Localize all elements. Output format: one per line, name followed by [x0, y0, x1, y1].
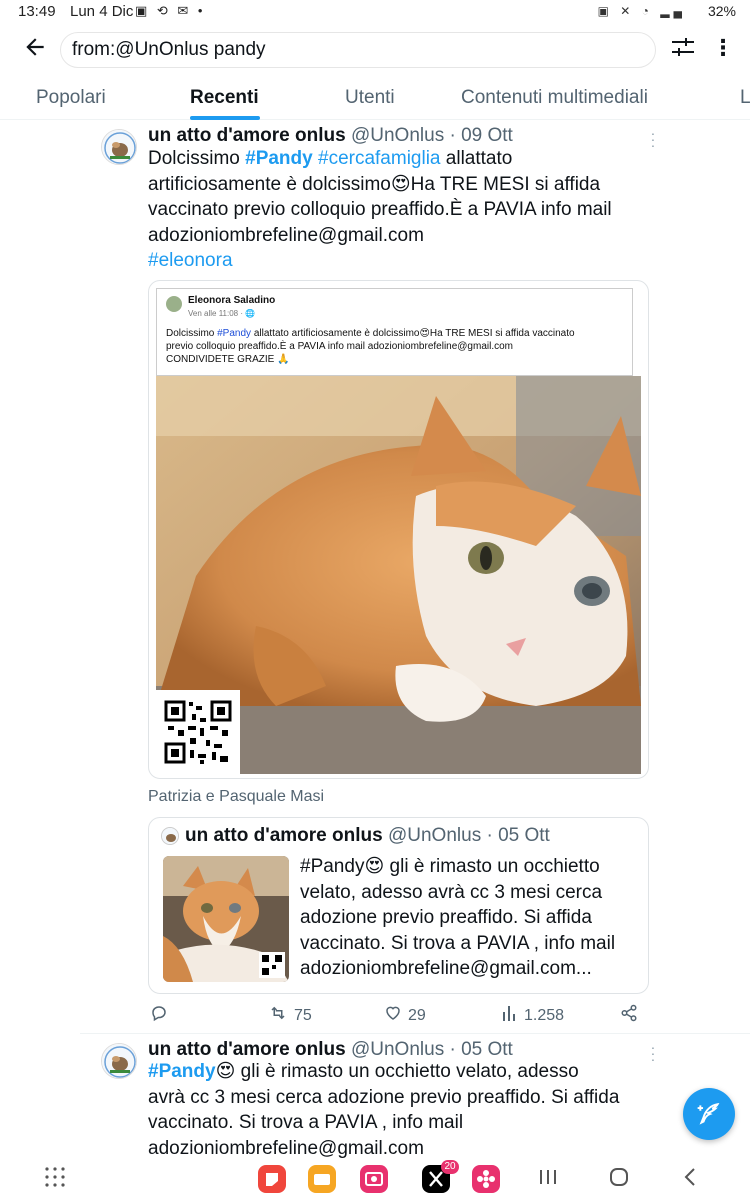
hashtag-link[interactable]: #Pandy — [245, 148, 313, 169]
tweet-text-part: Dolcissimo — [148, 148, 246, 169]
overflow-menu-icon[interactable]: ⋮ — [712, 36, 734, 62]
status-bar: 13:49 Lun 4 Dic ▣ ⟲ ✉ • ▣ ✕ ◔ ▂▄ 32% — [0, 0, 750, 26]
search-tabs: Popolari Recenti Utenti Contenuti multim… — [0, 78, 750, 120]
status-time: 13:49 — [18, 3, 56, 20]
notes-app-icon[interactable] — [257, 1164, 287, 1194]
search-field[interactable] — [60, 32, 656, 68]
compose-tweet-button[interactable] — [683, 1088, 735, 1140]
author-handle[interactable]: @UnOnlus — [351, 1039, 444, 1060]
hashtag-link[interactable]: #cercafamiglia — [318, 148, 441, 169]
back-nav-icon[interactable] — [678, 1164, 708, 1194]
like-button[interactable]: 29 — [384, 1004, 426, 1027]
retweet-count: 75 — [294, 1006, 312, 1024]
reply-icon — [150, 1004, 168, 1027]
avatar[interactable] — [101, 129, 137, 165]
fb-hashtag: #Pandy — [217, 328, 252, 339]
flower-app-icon[interactable] — [471, 1164, 501, 1194]
battery-level: 32% — [707, 3, 736, 19]
tweet-header: un atto d'amore onlus @UnOnlus · 09 Ott — [148, 125, 513, 147]
tweet-text-line: vaccinato. Si trova a PAVIA , info mail — [148, 1112, 464, 1133]
quote-text: #Pandy😍 gli è rimasto un occhietto velat… — [300, 854, 640, 982]
qr-code — [156, 690, 240, 774]
tweet-text-line: avrà cc 3 mesi cerca adozione previo pre… — [148, 1086, 620, 1108]
notification-badge: 20 — [441, 1160, 459, 1174]
reply-button[interactable] — [150, 1004, 168, 1027]
quote-author-name: un atto d'amore onlus — [185, 825, 383, 846]
author-name[interactable]: un atto d'amore onlus — [148, 125, 346, 146]
tab-recenti[interactable]: Recenti — [190, 87, 259, 109]
recent-apps-icon[interactable] — [535, 1164, 565, 1194]
tweet-text-part: 😍 gli è rimasto un occhietto velato, ade… — [215, 1061, 579, 1082]
share-button[interactable] — [620, 1004, 638, 1027]
tweet-divider — [80, 1033, 750, 1034]
quote-author-handle: @UnOnlus — [387, 825, 482, 846]
quote-text-line: adozione previo preaffido. Si affida — [300, 907, 592, 928]
share-icon — [620, 1004, 638, 1027]
tab-utenti[interactable]: Utenti — [345, 87, 395, 109]
tweet-actions: 75 29 1.258 — [148, 1002, 649, 1028]
android-navigation-bar: 20 — [0, 1158, 750, 1200]
quote-text-line: velato, adesso avrà cc 3 mesi cerca — [300, 881, 603, 903]
feather-plus-icon — [696, 1101, 722, 1132]
quoted-tweet[interactable]: un atto d'amore onlus @UnOnlus · 05 Ott … — [148, 817, 649, 994]
author-name[interactable]: un atto d'amore onlus — [148, 1039, 346, 1060]
tagged-people[interactable]: Patrizia e Pasquale Masi — [148, 788, 324, 806]
tweet-media-image[interactable]: Eleonora Saladino Ven alle 11:08 · 🌐 Dol… — [148, 280, 649, 779]
fb-time: Ven alle 11:08 · 🌐 — [188, 309, 256, 318]
views-chart-icon — [502, 1004, 518, 1027]
author-handle[interactable]: @UnOnlus — [351, 125, 444, 146]
avatar[interactable] — [101, 1043, 137, 1079]
filter-sliders-icon[interactable] — [672, 36, 694, 60]
status-date: Lun 4 Dic — [70, 3, 134, 20]
fb-text-part: Dolcissimo — [166, 328, 218, 339]
hashtag-link[interactable]: #eleonora — [148, 250, 233, 271]
tweet-header: un atto d'amore onlus @UnOnlus · 05 Ott — [148, 1039, 513, 1061]
back-arrow-icon[interactable] — [22, 34, 52, 64]
fb-text-line: CONDIVIDETE GRAZIE 🙏 — [166, 354, 290, 365]
active-tab-indicator — [190, 116, 260, 120]
views-button[interactable]: 1.258 — [502, 1004, 564, 1027]
tweet-text-line: artificiosamente è dolcissimo😍Ha TRE MES… — [148, 173, 601, 195]
fb-text-line: previo colloquio preaffido.È a PAVIA inf… — [166, 341, 514, 352]
tweet-text: #Pandy😍 gli è rimasto un occhietto velat… — [148, 1059, 668, 1161]
tab-contenuti-multimediali[interactable]: Contenuti multimediali — [461, 87, 648, 109]
camera-app-icon[interactable] — [359, 1164, 389, 1194]
tweet-text: Dolcissimo #Pandy #cercafamiglia allatta… — [148, 146, 668, 274]
views-count: 1.258 — [524, 1006, 565, 1024]
home-icon[interactable] — [606, 1164, 636, 1194]
retweet-button[interactable]: 75 — [268, 1004, 312, 1027]
tab-popolari[interactable]: Popolari — [36, 87, 106, 109]
quote-date: · 05 Ott — [486, 825, 550, 846]
tab-liste[interactable]: L — [740, 87, 750, 109]
embedded-post-screenshot: Eleonora Saladino Ven alle 11:08 · 🌐 Dol… — [156, 288, 633, 376]
quote-text-line: #Pandy😍 gli è rimasto un occhietto — [300, 856, 600, 877]
heart-icon — [384, 1004, 402, 1027]
quote-avatar — [161, 827, 179, 845]
tweet-date[interactable]: · 09 Ott — [449, 125, 512, 146]
quote-thumbnail — [163, 856, 289, 982]
quote-header: un atto d'amore onlus @UnOnlus · 05 Ott — [185, 825, 550, 847]
retweet-icon — [268, 1004, 288, 1027]
fb-text-part: allattato artificiosamente è dolcissimo😍… — [251, 328, 575, 339]
folder-app-icon[interactable] — [307, 1164, 337, 1194]
search-input[interactable] — [72, 39, 632, 61]
quote-text-line: vaccinato. Si trova a PAVIA , info mail — [300, 932, 616, 954]
app-drawer-icon[interactable] — [42, 1164, 72, 1194]
quote-text-line: adozioniombrefeline@gmail.com... — [300, 958, 592, 979]
hashtag-link[interactable]: #Pandy — [148, 1061, 216, 1082]
fb-text: Dolcissimo #Pandy allattato artificiosam… — [166, 327, 626, 366]
tweet-text-part: allattato — [440, 148, 513, 169]
system-status-icons: ▣ ✕ ◔ ▂▄ — [597, 4, 686, 18]
fb-avatar — [166, 296, 182, 312]
tweet-date[interactable]: · 05 Ott — [449, 1039, 512, 1060]
like-count: 29 — [408, 1006, 426, 1024]
tweet-text-line: vaccinato previo colloquio preaffido.È a… — [148, 199, 612, 220]
notification-icons: ▣ ⟲ ✉ • — [135, 3, 206, 18]
fb-author: Eleonora Saladino — [188, 295, 276, 306]
tweet-text-line: adozioniombrefeline@gmail.com — [148, 224, 424, 246]
